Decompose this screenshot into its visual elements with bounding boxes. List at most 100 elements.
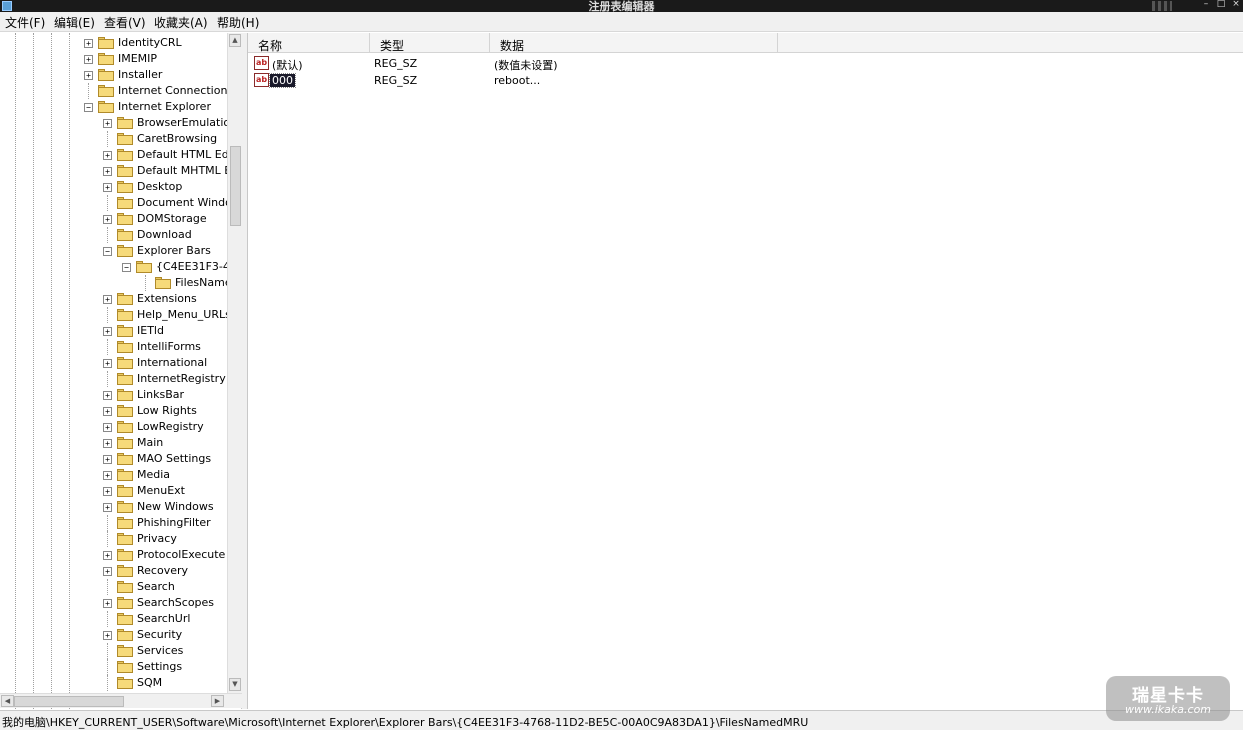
tree-node[interactable]: Services [0, 643, 241, 659]
tree-node[interactable]: Privacy [0, 531, 241, 547]
expand-icon[interactable]: + [103, 151, 112, 160]
string-value-icon: ab [254, 56, 269, 70]
close-button[interactable]: × [1230, 0, 1242, 10]
tree-node[interactable]: IntelliForms [0, 339, 241, 355]
registry-values-list[interactable]: 名称 类型 数据 ab (默认) REG_SZ (数值未设置) ab 000 R… [248, 33, 1243, 709]
folder-icon [117, 645, 133, 657]
expand-icon[interactable]: + [103, 599, 112, 608]
expand-icon[interactable]: + [103, 503, 112, 512]
tree-node[interactable]: SearchUrl [0, 611, 241, 627]
tree-node[interactable]: − {C4EE31F3-47 [0, 259, 241, 275]
column-header-type[interactable]: 类型 [370, 33, 490, 53]
scrollbar-thumb[interactable] [14, 696, 124, 707]
expand-icon[interactable]: + [103, 423, 112, 432]
expand-icon[interactable]: + [103, 455, 112, 464]
tree-node[interactable]: InternetRegistry [0, 371, 241, 387]
expand-icon[interactable]: + [84, 55, 93, 64]
scrollbar-thumb[interactable] [230, 146, 241, 226]
tree-node[interactable]: Settings [0, 659, 241, 675]
tree-node[interactable]: + SearchScopes [0, 595, 241, 611]
tree-node[interactable]: + Desktop [0, 179, 241, 195]
tree-guide-line [88, 83, 89, 99]
collapse-icon[interactable]: − [122, 263, 131, 272]
expand-icon[interactable]: + [103, 391, 112, 400]
tree-node[interactable]: + Main [0, 435, 241, 451]
tree-node[interactable]: + Media [0, 467, 241, 483]
registry-key-tree[interactable]: + IdentityCRL + IMEMIP + Installer Internet Co… [0, 33, 242, 709]
tree-node[interactable]: Document Window [0, 195, 241, 211]
minimize-button[interactable]: – [1200, 0, 1212, 10]
expand-icon[interactable]: + [103, 359, 112, 368]
tree-node[interactable]: + IETld [0, 323, 241, 339]
tree-node-label: International [137, 356, 208, 369]
collapse-icon[interactable]: − [84, 103, 93, 112]
tree-node[interactable]: Internet Connection W [0, 83, 241, 99]
value-row[interactable]: ab 000 REG_SZ reboot... [248, 72, 1243, 89]
tree-node[interactable]: + MenuExt [0, 483, 241, 499]
tree-node[interactable]: + DOMStorage [0, 211, 241, 227]
tree-node[interactable]: Help_Menu_URLs [0, 307, 241, 323]
tree-node[interactable]: − Internet Explorer [0, 99, 241, 115]
folder-icon [98, 53, 114, 65]
tree-node[interactable]: + Low Rights [0, 403, 241, 419]
expand-icon[interactable]: + [103, 119, 112, 128]
menu-file[interactable]: 文件(F) [3, 14, 47, 31]
menu-view[interactable]: 查看(V) [102, 14, 148, 31]
tree-horizontal-scrollbar[interactable]: ◀ ▶ [0, 693, 242, 708]
tree-node[interactable]: + International [0, 355, 241, 371]
folder-icon [117, 533, 133, 545]
tree-vertical-scrollbar[interactable]: ▲ ▼ [227, 33, 242, 693]
tree-guide-line [107, 339, 108, 355]
tree-node[interactable]: PhishingFilter [0, 515, 241, 531]
folder-icon [117, 117, 133, 129]
tree-node[interactable]: CaretBrowsing [0, 131, 241, 147]
collapse-icon[interactable]: − [103, 247, 112, 256]
tree-node[interactable]: + Default HTML Edito [0, 147, 241, 163]
value-row[interactable]: ab (默认) REG_SZ (数值未设置) [248, 55, 1243, 72]
tree-node[interactable]: + New Windows [0, 499, 241, 515]
tree-node[interactable]: + BrowserEmulation [0, 115, 241, 131]
tree-node[interactable]: + LinksBar [0, 387, 241, 403]
tree-node[interactable]: + IdentityCRL [0, 35, 241, 51]
tree-node[interactable]: + Security [0, 627, 241, 643]
tree-node[interactable]: + Extensions [0, 291, 241, 307]
expand-icon[interactable]: + [103, 295, 112, 304]
expand-icon[interactable]: + [103, 439, 112, 448]
expand-icon[interactable]: + [103, 567, 112, 576]
expand-icon[interactable]: + [103, 631, 112, 640]
expand-icon[interactable]: + [103, 183, 112, 192]
expand-icon[interactable]: + [103, 215, 112, 224]
tree-node[interactable]: Download [0, 227, 241, 243]
tree-node[interactable]: + ProtocolExecute [0, 547, 241, 563]
tree-node[interactable]: SQM [0, 675, 241, 691]
tree-node-label: Document Window [137, 196, 241, 209]
tree-node[interactable]: + IMEMIP [0, 51, 241, 67]
expand-icon[interactable]: + [103, 407, 112, 416]
expand-icon[interactable]: + [103, 551, 112, 560]
expand-icon[interactable]: + [103, 487, 112, 496]
tree-node[interactable]: Search [0, 579, 241, 595]
tree-node[interactable]: + Default MHTML Ed [0, 163, 241, 179]
menu-edit[interactable]: 编辑(E) [52, 14, 97, 31]
expand-icon[interactable]: + [103, 167, 112, 176]
tree-node-label: Extensions [137, 292, 197, 305]
expand-icon[interactable]: + [84, 39, 93, 48]
column-header-name[interactable]: 名称 [248, 33, 370, 53]
column-header-data[interactable]: 数据 [490, 33, 778, 53]
scroll-up-arrow-icon[interactable]: ▲ [229, 34, 241, 47]
tree-node[interactable]: + LowRegistry [0, 419, 241, 435]
tree-node[interactable]: + MAO Settings [0, 451, 241, 467]
tree-node[interactable]: − Explorer Bars [0, 243, 241, 259]
tree-node[interactable]: + Installer [0, 67, 241, 83]
scroll-left-arrow-icon[interactable]: ◀ [1, 695, 14, 707]
scroll-right-arrow-icon[interactable]: ▶ [211, 695, 224, 707]
expand-icon[interactable]: + [103, 471, 112, 480]
menu-favorites[interactable]: 收藏夹(A) [152, 14, 210, 31]
expand-icon[interactable]: + [103, 327, 112, 336]
menu-help[interactable]: 帮助(H) [215, 14, 261, 31]
scroll-down-arrow-icon[interactable]: ▼ [229, 678, 241, 691]
expand-icon[interactable]: + [84, 71, 93, 80]
tree-node[interactable]: FilesNamed [0, 275, 241, 291]
tree-node[interactable]: + Recovery [0, 563, 241, 579]
maximize-button[interactable]: □ [1215, 0, 1227, 10]
